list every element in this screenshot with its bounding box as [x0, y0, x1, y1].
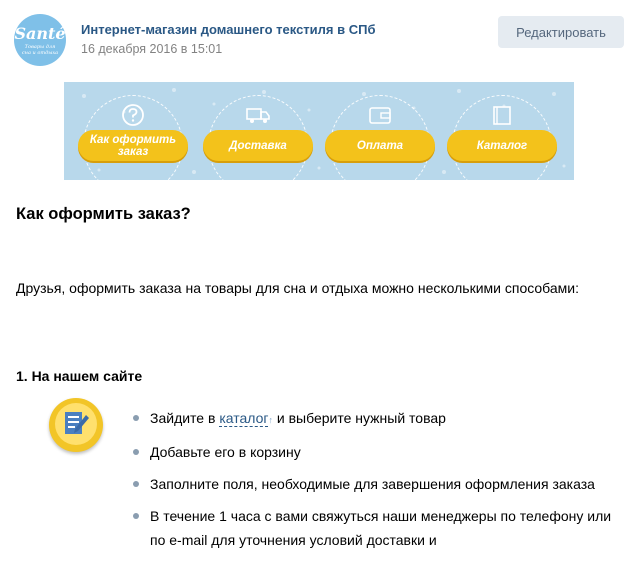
list-item: Зайдите в каталог↑ и выберите нужный тов…	[133, 406, 613, 432]
banner-pill-catalog[interactable]: Каталог	[447, 130, 557, 161]
truck-icon	[246, 108, 270, 123]
step-text-before: Зайдите в	[150, 410, 220, 426]
banner-pill-delivery[interactable]: Доставка	[203, 130, 313, 161]
order-steps-list: Зайдите в каталог↑ и выберите нужный тов…	[133, 406, 613, 560]
avatar-tagline: Товары для сна и отдыха	[21, 44, 59, 56]
step-text-after: и выберите нужный товар	[272, 410, 446, 426]
navigation-banner: Как оформить заказ Доставка Оплата Катал…	[64, 82, 574, 180]
list-item: Добавьте его в корзину	[133, 440, 613, 464]
bullet	[133, 481, 139, 487]
wallet-icon	[369, 107, 391, 124]
section-heading: 1. На нашем сайте	[16, 368, 143, 384]
banner-item-catalog[interactable]: Каталог	[447, 82, 557, 180]
post-header: Santé Товары для сна и отдыха Интернет-м…	[14, 14, 624, 66]
post-date[interactable]: 16 декабря 2016 в 15:01	[81, 42, 222, 56]
banner-item-payment[interactable]: Оплата	[325, 82, 435, 180]
list-item: Заполните поля, необходимые для завершен…	[133, 472, 613, 496]
banner-item-how-to-order[interactable]: Как оформить заказ	[78, 82, 188, 180]
list-item: В течение 1 часа с вами свяжуться наши м…	[133, 504, 613, 552]
bullet	[133, 449, 139, 455]
avatar[interactable]: Santé Товары для сна и отдыха	[14, 14, 66, 66]
banner-pill-how-to-order[interactable]: Как оформить заказ	[78, 130, 188, 161]
banner-pill-payment[interactable]: Оплата	[325, 130, 435, 161]
edit-note-icon	[49, 398, 103, 452]
step-text: В течение 1 часа с вами свяжуться наши м…	[150, 508, 612, 548]
bullet	[133, 415, 139, 421]
edit-button[interactable]: Редактировать	[498, 16, 624, 48]
catalog-link[interactable]: каталог	[219, 410, 269, 427]
bullet	[133, 513, 139, 519]
banner-item-delivery[interactable]: Доставка	[203, 82, 313, 180]
catalog-icon	[493, 106, 511, 125]
step-text: Заполните поля, необходимые для завершен…	[150, 476, 595, 492]
avatar-brand: Santé	[14, 24, 66, 43]
article-intro: Друзья, оформить заказа на товары для сн…	[16, 280, 579, 296]
note-pencil-icon	[65, 412, 89, 434]
article-heading: Как оформить заказ?	[16, 205, 191, 223]
step-text: Добавьте его в корзину	[150, 444, 301, 460]
community-title[interactable]: Интернет-магазин домашнего текстиля в СП…	[81, 22, 376, 37]
question-icon	[122, 104, 144, 126]
